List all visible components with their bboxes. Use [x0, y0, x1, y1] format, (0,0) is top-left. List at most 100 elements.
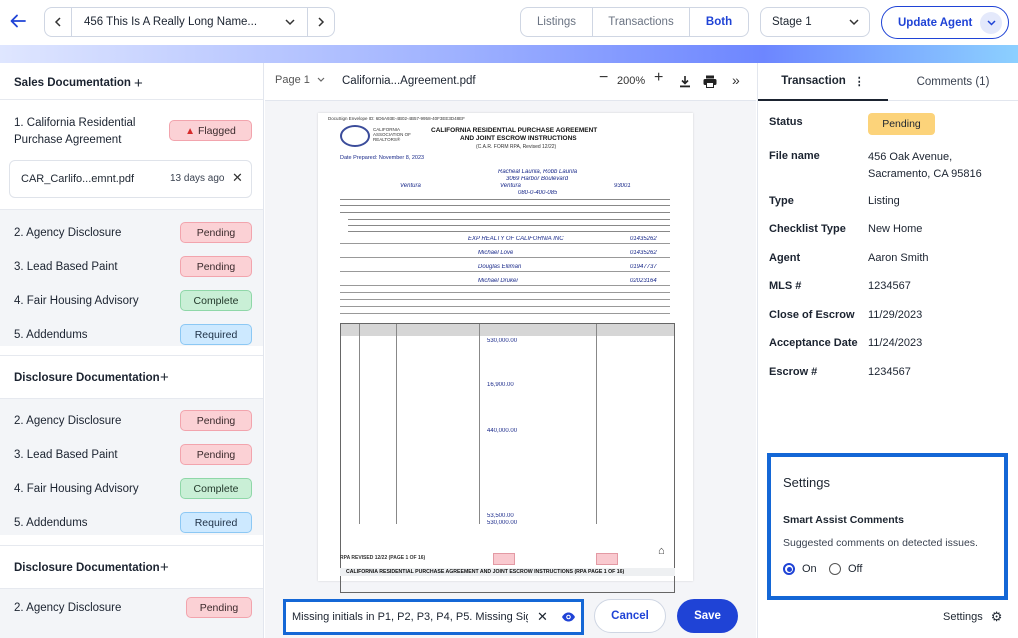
text-line: [340, 299, 670, 300]
badge-label: Flagged: [197, 125, 236, 137]
document-subtitle: AND JOINT ESCROW INSTRUCTIONS: [460, 135, 577, 142]
file-age: 13 days ago: [170, 173, 225, 184]
main-panel: Sales Documentation + 1. California Resi…: [0, 63, 1018, 638]
tab-transactions[interactable]: Transactions: [593, 8, 690, 36]
table-rule: [396, 324, 397, 524]
settings-description: Suggested comments on detected issues.: [783, 537, 978, 549]
status-badge: Pending: [186, 597, 252, 618]
brokerage: EXP REALTY OF CALIFORNIA INC: [468, 236, 564, 242]
chevron-left-icon: [54, 17, 61, 27]
checklist-item-label[interactable]: 5. Addendums: [14, 329, 88, 341]
page-select[interactable]: Page 1: [275, 74, 325, 86]
chevron-down-icon: [285, 19, 295, 26]
page-footer: RPA REVISED 12/22 (PAGE 1 OF 16): [340, 555, 426, 561]
table-rule: [359, 324, 360, 524]
status-badge: Pending: [180, 256, 252, 277]
field-value: 11/29/2023: [868, 309, 923, 321]
checklist-item-label[interactable]: 4. Fair Housing Advisory: [14, 483, 139, 495]
close-icon[interactable]: ✕: [232, 170, 243, 186]
settings-link[interactable]: Settings ⚙: [943, 609, 1002, 625]
divider: [0, 99, 263, 100]
license-number: 01435262: [630, 236, 657, 242]
add-icon[interactable]: +: [134, 75, 143, 92]
file-name: CAR_Carlifo...emnt.pdf: [21, 173, 135, 185]
radio-unselected-icon: [829, 563, 841, 575]
text-line: [340, 199, 670, 200]
expand-panel-icon[interactable]: »: [732, 72, 740, 88]
brokerage: Douglas Elliman: [478, 264, 522, 270]
text-line: [340, 205, 670, 206]
parcel-number: 080-0-400-085: [518, 190, 558, 196]
footer-band: CALIFORNIA RESIDENTIAL PURCHASE AGREEMEN…: [340, 568, 675, 576]
close-icon[interactable]: ✕: [537, 609, 548, 625]
checklist-item-label[interactable]: 4. Fair Housing Advisory: [14, 295, 139, 307]
zoom-out-icon[interactable]: −: [599, 69, 608, 87]
document-form: (C.A.R. FORM RPA, Revised 12/22): [476, 144, 557, 150]
field-label: Close of Escrow: [769, 309, 855, 321]
tab-label: Transaction: [781, 75, 846, 87]
download-icon[interactable]: [678, 74, 692, 88]
pdf-page: DocuSign Envelope ID: 6D6A93E-4B02-4B57-…: [318, 113, 693, 593]
down-payment: 53,500.00: [487, 513, 514, 519]
table-header: [341, 324, 674, 336]
field-label: Agent: [769, 252, 801, 264]
divider: [0, 588, 263, 589]
checklist-item-label[interactable]: 1. California Residential Purchase Agree…: [14, 115, 139, 149]
settings-link-label: Settings: [943, 611, 983, 623]
status-badge: Pending: [180, 222, 252, 243]
field-value: Listing: [868, 195, 900, 207]
checklist-item-label[interactable]: 2. Agency Disclosure: [14, 602, 121, 614]
envelope-id: DocuSign Envelope ID: 6D6A93E-4B02-4B57-…: [328, 116, 465, 121]
radio-off[interactable]: Off: [829, 563, 862, 575]
status-badge: Complete: [180, 290, 252, 311]
gear-icon: ⚙: [990, 609, 1003, 624]
text-line: [340, 292, 670, 293]
add-icon[interactable]: +: [160, 369, 169, 386]
tab-both[interactable]: Both: [690, 8, 748, 36]
purchase-price: 530,000.00: [487, 338, 518, 344]
radio-label: On: [802, 563, 817, 575]
tab-listings[interactable]: Listings: [521, 8, 593, 36]
checklist-item-label[interactable]: 2. Agency Disclosure: [14, 415, 121, 427]
add-icon[interactable]: +: [160, 559, 169, 576]
text-line: [340, 285, 670, 286]
agent-name: Michael Druker: [478, 278, 519, 284]
field-label: File name: [769, 150, 820, 162]
table-rule: [479, 324, 480, 524]
property-select[interactable]: 456 This Is A Really Long Name...: [71, 7, 308, 37]
checklist-item-label[interactable]: 3. Lead Based Paint: [14, 449, 118, 461]
initials-box[interactable]: [596, 553, 618, 565]
status-badge: Required: [180, 512, 252, 533]
property-city: Ventura: [400, 183, 421, 189]
print-icon[interactable]: [702, 73, 718, 89]
stage-select[interactable]: Stage 1: [760, 7, 870, 37]
tab-comments[interactable]: Comments (1): [888, 63, 1018, 101]
zoom-in-icon[interactable]: +: [654, 69, 663, 87]
divider: [0, 545, 263, 546]
initials-box[interactable]: [493, 553, 515, 565]
arrow-left-icon[interactable]: [8, 10, 28, 32]
cancel-button[interactable]: Cancel: [594, 599, 666, 633]
field-label: MLS #: [769, 280, 802, 292]
chevron-down-icon[interactable]: [980, 12, 1002, 34]
checklist-item-label[interactable]: 2. Agency Disclosure: [14, 227, 121, 239]
date-prepared: Date Prepared: November 8, 2023: [340, 155, 425, 161]
tab-transaction[interactable]: Transaction ⋮: [758, 63, 888, 101]
comment-input[interactable]: Missing initials in P1, P2, P3, P4, P5. …: [292, 611, 528, 623]
checklist-item-label[interactable]: 3. Lead Based Paint: [14, 261, 118, 273]
checklist-item-label[interactable]: 5. Addendums: [14, 517, 88, 529]
next-property-button[interactable]: [307, 7, 335, 37]
comment-input-box[interactable]: Missing initials in P1, P2, P3, P4, P5. …: [283, 599, 584, 635]
save-button[interactable]: Save: [677, 599, 738, 633]
radio-on[interactable]: On: [783, 563, 817, 575]
file-attachment[interactable]: CAR_Carlifo...emnt.pdf 13 days ago ✕: [9, 160, 252, 198]
text-line: [348, 219, 670, 220]
eye-icon[interactable]: [560, 610, 576, 624]
license-number: 01435262: [630, 250, 657, 256]
update-agent-label: Update Agent: [898, 16, 973, 29]
update-agent-button[interactable]: Update Agent: [881, 6, 1009, 39]
buyer-names: Racheal Laurila, Robb Laurila: [498, 169, 578, 175]
more-vertical-icon[interactable]: ⋮: [854, 75, 865, 88]
prev-property-button[interactable]: [44, 7, 72, 37]
text-line: [340, 271, 670, 272]
